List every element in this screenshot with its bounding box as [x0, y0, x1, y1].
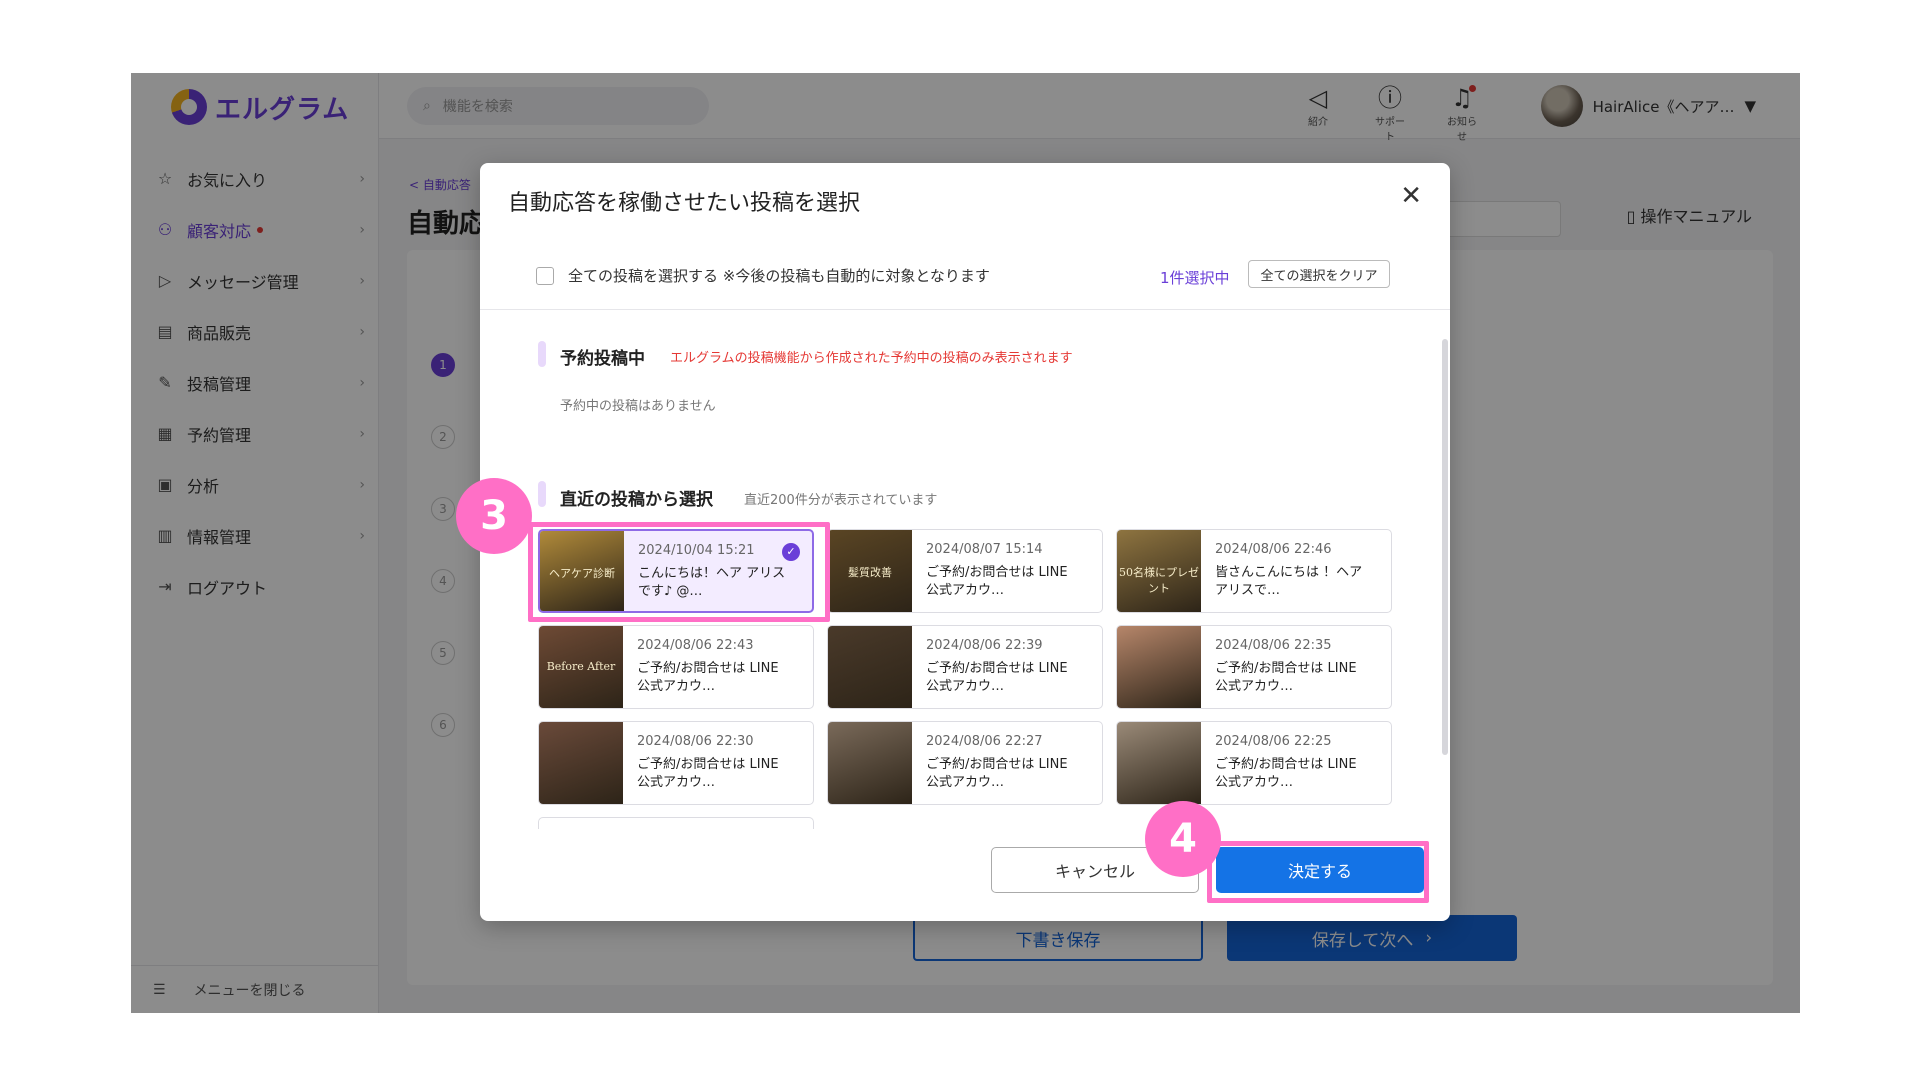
post-date: 2024/08/06 22:43	[637, 638, 754, 653]
post-card-partial[interactable]	[538, 817, 814, 829]
post-date: 2024/08/06 22:25	[1215, 734, 1332, 749]
post-card[interactable]: 50名様にプレゼント 2024/08/06 22:46 皆さんこんにちは ！ヘアアリ…	[1116, 529, 1392, 613]
scheduled-section-note: エルグラムの投稿機能から作成された予約中の投稿のみ表示されます	[670, 351, 1073, 366]
post-thumbnail	[828, 722, 912, 804]
section-marker	[538, 341, 546, 367]
post-excerpt: ご予約/お問合せは LINE公式アカウ…	[926, 565, 1068, 598]
post-date: 2024/08/06 22:27	[926, 734, 1043, 749]
post-card[interactable]: 2024/08/06 22:39 ご予約/お問合せは LINE公式アカウ…	[827, 625, 1103, 709]
thumbnail-caption: 髪質改善	[848, 566, 892, 579]
selected-count: 1件選択中	[1160, 269, 1230, 287]
highlight-box-4	[1207, 841, 1429, 903]
step-badge-4: 4	[1145, 801, 1221, 877]
post-date: 2024/08/06 22:46	[1215, 542, 1332, 557]
dialog-title: 自動応答を稼働させたい投稿を選択	[508, 191, 861, 216]
post-excerpt: ご予約/お問合せは LINE公式アカウ…	[926, 757, 1068, 790]
post-card[interactable]: Before After 2024/08/06 22:43 ご予約/お問合せは LI…	[538, 625, 814, 709]
clear-selection-button[interactable]: 全ての選択をクリア	[1248, 260, 1390, 288]
post-excerpt: 皆さんこんにちは ！ヘアアリスで…	[1215, 565, 1363, 598]
post-card[interactable]: 2024/08/06 22:25 ご予約/お問合せは LINE公式アカウ…	[1116, 721, 1392, 805]
select-all-label: 全ての投稿を選択する ※今後の投稿も自動的に対象となります	[568, 267, 990, 285]
close-icon[interactable]: ✕	[1400, 181, 1422, 211]
select-all-row[interactable]: 全ての投稿を選択する ※今後の投稿も自動的に対象となります	[536, 265, 990, 286]
scrollbar[interactable]	[1442, 339, 1448, 755]
post-thumbnail: Before After	[539, 626, 623, 708]
post-date: 2024/08/06 22:30	[637, 734, 754, 749]
post-thumbnail	[1117, 626, 1201, 708]
thumbnail-caption: 50名様にプレゼント	[1119, 566, 1199, 595]
post-excerpt: ご予約/お問合せは LINE公式アカウ…	[1215, 757, 1357, 790]
divider	[480, 309, 1450, 310]
post-card[interactable]: 2024/08/06 22:27 ご予約/お問合せは LINE公式アカウ…	[827, 721, 1103, 805]
post-card[interactable]: 2024/08/06 22:30 ご予約/お問合せは LINE公式アカウ…	[538, 721, 814, 805]
post-thumbnail	[539, 722, 623, 804]
recent-section-note: 直近200件分が表示されています	[744, 493, 938, 508]
highlight-box-3	[528, 522, 830, 622]
section-marker	[538, 481, 546, 507]
post-excerpt: ご予約/お問合せは LINE公式アカウ…	[1215, 661, 1357, 694]
scheduled-section-title: 予約投稿中	[560, 349, 645, 369]
post-excerpt: ご予約/お問合せは LINE公式アカウ…	[637, 757, 779, 790]
recent-section-title: 直近の投稿から選択	[560, 490, 713, 510]
post-date: 2024/08/06 22:39	[926, 638, 1043, 653]
post-thumbnail: 髪質改善	[828, 530, 912, 612]
post-card[interactable]: 2024/08/06 22:35 ご予約/お問合せは LINE公式アカウ…	[1116, 625, 1392, 709]
post-date: 2024/08/06 22:35	[1215, 638, 1332, 653]
post-card[interactable]: 髪質改善 2024/08/07 15:14 ご予約/お問合せは LINE公式アカウ…	[827, 529, 1103, 613]
scheduled-empty-text: 予約中の投稿はありません	[560, 399, 716, 414]
post-excerpt: ご予約/お問合せは LINE公式アカウ…	[637, 661, 779, 694]
post-thumbnail	[828, 626, 912, 708]
post-date: 2024/08/07 15:14	[926, 542, 1043, 557]
thumbnail-caption: Before After	[546, 660, 616, 673]
select-all-checkbox[interactable]	[536, 266, 554, 285]
post-excerpt: ご予約/お問合せは LINE公式アカウ…	[926, 661, 1068, 694]
step-badge-3: 3	[456, 478, 532, 554]
post-thumbnail	[1117, 722, 1201, 804]
post-thumbnail: 50名様にプレゼント	[1117, 530, 1201, 612]
